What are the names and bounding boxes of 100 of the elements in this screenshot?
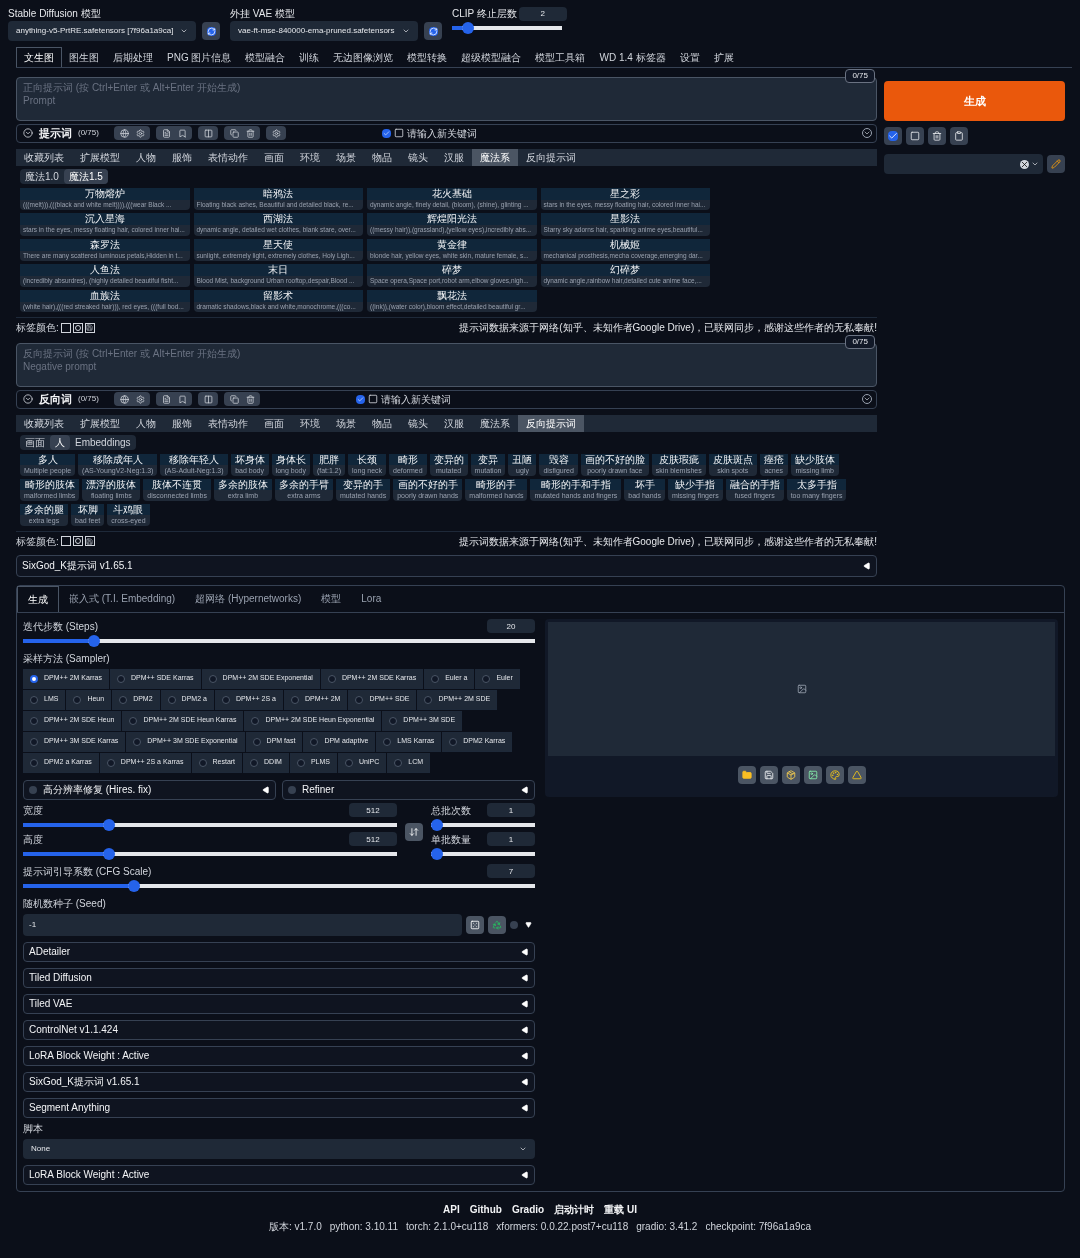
category-tab[interactable]: 场景	[328, 148, 364, 166]
generation-tab[interactable]: 生成	[17, 585, 59, 612]
category-tab[interactable]: 魔法系	[472, 148, 518, 166]
color-swatch[interactable]	[60, 322, 71, 333]
accordion[interactable]: Tiled Diffusion	[23, 967, 535, 988]
category-tab[interactable]: 反向提示词	[518, 414, 584, 432]
footer-link[interactable]: 启动计时	[554, 1201, 595, 1217]
category-tab[interactable]: 人物	[128, 148, 164, 166]
radio[interactable]	[30, 695, 38, 704]
generation-tab[interactable]: Lora	[351, 585, 392, 612]
seed-field[interactable]: -1	[23, 913, 462, 936]
category-tab[interactable]: 画面	[256, 148, 292, 166]
main-tab[interactable]: 扩展	[706, 47, 741, 67]
target-button[interactable]	[72, 536, 83, 546]
accordion[interactable]: Tiled VAE	[23, 993, 535, 1014]
style-select[interactable]	[884, 154, 1043, 174]
main-tab[interactable]: 后期处理	[106, 47, 160, 67]
radio[interactable]	[167, 695, 176, 704]
folder-button[interactable]	[737, 765, 756, 784]
radio[interactable]	[30, 674, 38, 683]
square-button[interactable]	[906, 127, 924, 145]
radio[interactable]	[30, 716, 38, 725]
category-tab[interactable]: 汉服	[436, 414, 472, 432]
trash-button[interactable]	[928, 127, 946, 145]
radio[interactable]	[449, 737, 458, 746]
radio[interactable]	[221, 695, 230, 704]
category-tab[interactable]: 环境	[292, 414, 328, 432]
footer-link[interactable]: Github	[469, 1201, 502, 1217]
accordion[interactable]: ControlNet v1.1.424	[23, 1019, 535, 1040]
radio[interactable]	[119, 695, 128, 704]
radio[interactable]	[296, 758, 305, 767]
accordion[interactable]: Refiner	[282, 779, 535, 800]
category-tab[interactable]: 汉服	[436, 148, 472, 166]
slider-thumb[interactable]	[431, 818, 443, 831]
slider-thumb[interactable]	[431, 847, 443, 860]
model-select[interactable]: anything-v5-PrtRE.safetensors [7f96a1a9ca]	[8, 21, 196, 41]
checkbox[interactable]	[510, 920, 518, 929]
category-tab[interactable]: 扩展模型	[72, 414, 128, 432]
accordion[interactable]: SixGod_K提示词 v1.65.1	[23, 1071, 535, 1092]
checkbox[interactable]	[29, 785, 37, 794]
category-tab[interactable]: 魔法系	[472, 414, 518, 432]
category-tab[interactable]: 画面	[256, 414, 292, 432]
sub-tab[interactable]: 画面	[20, 434, 50, 450]
save-button[interactable]	[84, 322, 95, 333]
script-select[interactable]: None	[23, 1138, 535, 1159]
color-swatch[interactable]	[60, 536, 71, 546]
radio[interactable]	[129, 716, 138, 725]
prompt-field[interactable]: 正向提示词 (按 Ctrl+Enter 或 Alt+Enter 开始生成) Prompt	[16, 77, 877, 121]
radio[interactable]	[252, 737, 261, 746]
slider-thumb[interactable]	[102, 818, 115, 831]
number-field[interactable]: 2	[518, 6, 567, 21]
check-button[interactable]	[884, 127, 902, 145]
category-tab[interactable]: 表情动作	[200, 148, 256, 166]
radio[interactable]	[250, 758, 259, 767]
clipboard-button[interactable]	[950, 127, 968, 145]
main-tab[interactable]: 模型融合	[238, 47, 293, 67]
radio[interactable]	[106, 758, 115, 767]
number-field[interactable]: 512	[349, 803, 397, 817]
accordion[interactable]: SixGod_K提示词 v1.65.1	[16, 554, 877, 577]
radio[interactable]	[383, 737, 392, 746]
generation-tab[interactable]: 超网络 (Hypernetworks)	[185, 585, 312, 612]
package-button[interactable]	[781, 765, 800, 784]
footer-link[interactable]: Gradio	[511, 1201, 545, 1217]
category-tab[interactable]: 镜头	[400, 414, 436, 432]
slider-thumb[interactable]	[102, 847, 115, 860]
refresh-button[interactable]	[424, 22, 442, 40]
generation-tab[interactable]: 模型	[311, 585, 352, 612]
save-button[interactable]	[759, 765, 778, 784]
main-tab[interactable]: 训练	[292, 47, 327, 67]
number-field[interactable]: 20	[487, 619, 535, 633]
swap-button[interactable]	[405, 822, 423, 841]
checkbox[interactable]	[288, 785, 296, 794]
main-tab[interactable]: 超级模型融合	[454, 47, 529, 67]
radio[interactable]	[431, 674, 440, 683]
accordion[interactable]: ADetailer	[23, 941, 535, 962]
footer-link[interactable]: 重载 UI	[604, 1201, 637, 1217]
category-tab[interactable]: 服饰	[164, 148, 200, 166]
slider-thumb[interactable]	[461, 22, 474, 34]
main-tab[interactable]: 文生图	[16, 47, 62, 67]
category-tab[interactable]: 环境	[292, 148, 328, 166]
radio[interactable]	[116, 674, 125, 683]
radio[interactable]	[394, 758, 403, 767]
slider-thumb[interactable]	[88, 634, 100, 647]
sub-tab[interactable]: Embeddings	[70, 434, 136, 450]
recycle-button[interactable]	[488, 915, 506, 934]
main-tab[interactable]: WD 1.4 标签器	[592, 47, 673, 67]
palette-button[interactable]	[825, 765, 844, 784]
category-tab[interactable]: 扩展模型	[72, 148, 128, 166]
main-tab[interactable]: 模型转换	[400, 47, 455, 67]
radio[interactable]	[198, 758, 207, 767]
radio[interactable]	[389, 716, 398, 725]
category-tab[interactable]: 物品	[364, 148, 400, 166]
category-tab[interactable]: 服饰	[164, 414, 200, 432]
main-tab[interactable]: PNG 图片信息	[160, 47, 239, 67]
generate-button[interactable]: 生成	[884, 81, 1065, 121]
main-tab[interactable]: 无边图像浏览	[326, 47, 401, 67]
prompt-field[interactable]: 反向提示词 (按 Ctrl+Enter 或 Alt+Enter 开始生成) Negative prompt	[16, 343, 877, 387]
radio[interactable]	[327, 674, 336, 683]
radio[interactable]	[482, 674, 491, 683]
radio[interactable]	[73, 695, 82, 704]
